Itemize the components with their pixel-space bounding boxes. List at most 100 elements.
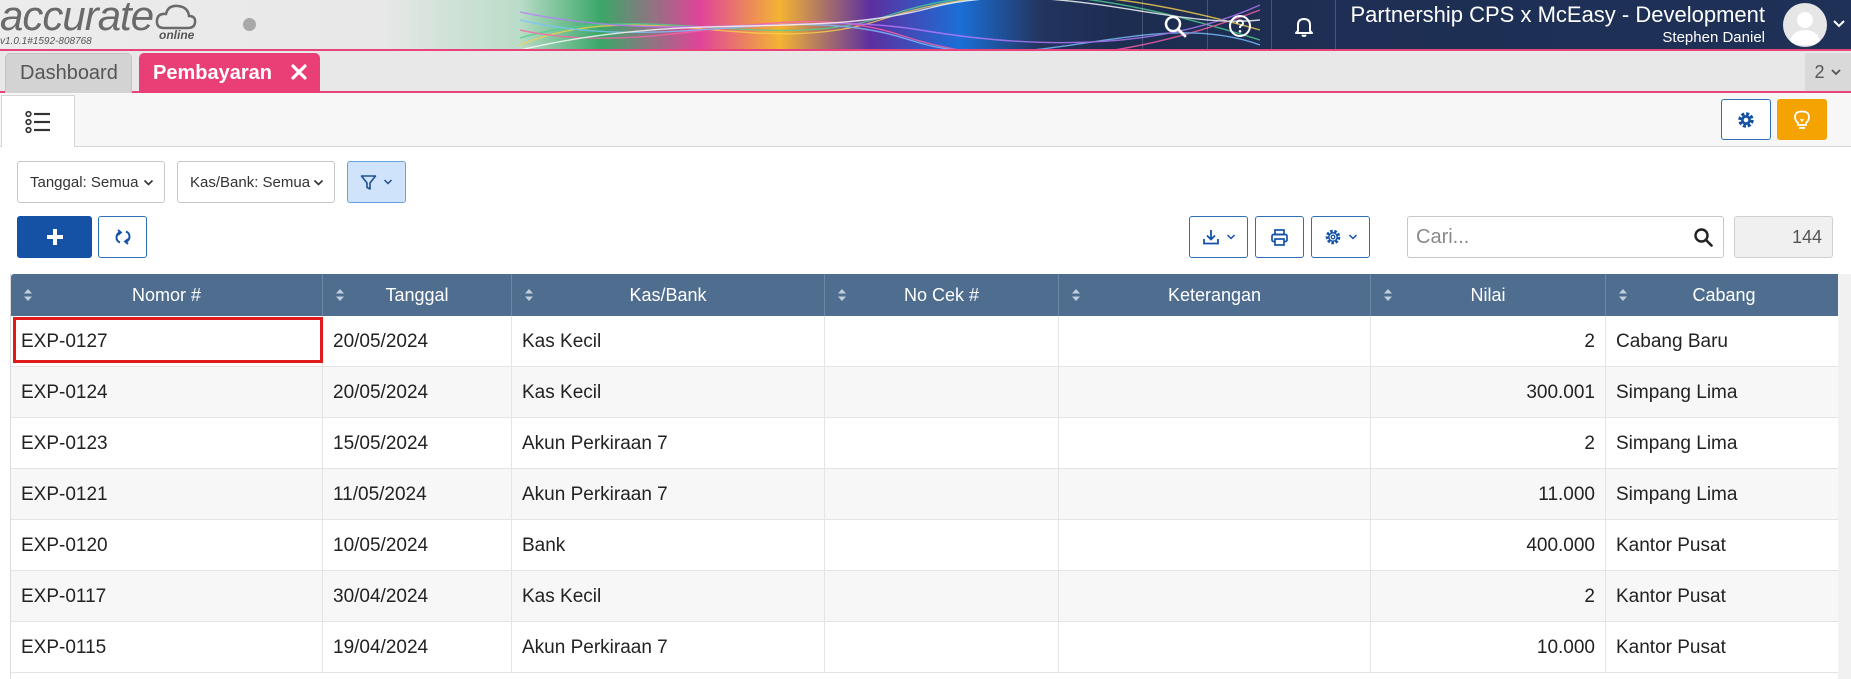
search-input[interactable]: [1416, 217, 1686, 257]
search-field[interactable]: [1407, 216, 1724, 258]
table-row[interactable]: EXP-0117 30/04/2024 Kas Kecil 2 Kantor Pusat: [11, 571, 1842, 622]
table-cell[interactable]: [825, 622, 1059, 673]
chevron-down-icon[interactable]: [1832, 17, 1846, 31]
table-cell[interactable]: Kantor Pusat: [1606, 622, 1842, 673]
search-icon[interactable]: [1693, 227, 1713, 247]
column-header-label: Cabang: [1692, 284, 1756, 305]
table-cell[interactable]: 10.000: [1371, 622, 1606, 673]
table-cell[interactable]: EXP-0123: [11, 418, 323, 469]
table-cell[interactable]: Simpang Lima: [1606, 418, 1842, 469]
table-cell[interactable]: 2: [1371, 418, 1606, 469]
column-header[interactable]: Keterangan: [1059, 274, 1371, 316]
table-cell[interactable]: EXP-0121: [11, 469, 323, 520]
column-settings-button[interactable]: [1311, 216, 1370, 258]
settings-button[interactable]: [1721, 99, 1771, 140]
avatar[interactable]: [1783, 3, 1827, 47]
table-row[interactable]: EXP-0127 20/05/2024 Kas Kecil 2 Cabang Baru: [11, 316, 1842, 367]
table-cell[interactable]: [825, 367, 1059, 418]
column-header-label: Nilai: [1470, 284, 1506, 305]
table-cell[interactable]: Akun Perkiraan 7: [512, 418, 825, 469]
table-cell[interactable]: EXP-0120: [11, 520, 323, 571]
table-cell[interactable]: Akun Perkiraan 7: [512, 469, 825, 520]
sort-icon[interactable]: [335, 287, 345, 303]
global-search-button[interactable]: [1142, 0, 1206, 51]
table-cell[interactable]: Cabang Baru: [1606, 316, 1842, 367]
tab-pembayaran[interactable]: Pembayaran: [139, 53, 320, 93]
sort-icon[interactable]: [23, 287, 33, 303]
table-row[interactable]: EXP-0124 20/05/2024 Kas Kecil 300.001 Simpan…: [11, 367, 1842, 418]
list-view-button[interactable]: [1, 95, 75, 147]
table-cell[interactable]: EXP-0117: [11, 571, 323, 622]
table-row[interactable]: EXP-0120 10/05/2024 Bank 400.000 Kantor Pusa…: [11, 520, 1842, 571]
notifications-button[interactable]: [1271, 0, 1335, 51]
table-cell[interactable]: [1059, 622, 1371, 673]
column-header[interactable]: Cabang: [1606, 274, 1842, 316]
sort-icon[interactable]: [837, 287, 847, 303]
table-cell[interactable]: EXP-0124: [11, 367, 323, 418]
table-cell[interactable]: Kantor Pusat: [1606, 520, 1842, 571]
table-cell[interactable]: 400.000: [1371, 520, 1606, 571]
table-cell[interactable]: Simpang Lima: [1606, 469, 1842, 520]
tab-dashboard[interactable]: Dashboard: [5, 53, 132, 93]
table-cell[interactable]: Simpang Lima: [1606, 367, 1842, 418]
table-cell[interactable]: [1059, 571, 1371, 622]
table-row[interactable]: EXP-0115 19/04/2024 Akun Perkiraan 7 10.000…: [11, 622, 1842, 673]
table-cell[interactable]: [1059, 316, 1371, 367]
table-cell[interactable]: Kas Kecil: [512, 316, 825, 367]
advanced-filter-button[interactable]: [347, 161, 406, 203]
table-cell[interactable]: 30/04/2024: [323, 571, 512, 622]
table-cell[interactable]: Bank: [512, 520, 825, 571]
table-cell[interactable]: [825, 520, 1059, 571]
table-cell[interactable]: 2: [1371, 316, 1606, 367]
table-cell[interactable]: 11/05/2024: [323, 469, 512, 520]
table-cell[interactable]: [825, 469, 1059, 520]
open-tabs-dropdown[interactable]: 2: [1805, 53, 1851, 91]
table-scrollbar[interactable]: [1838, 274, 1851, 679]
sort-icon[interactable]: [1618, 287, 1628, 303]
table-cell[interactable]: 19/04/2024: [323, 622, 512, 673]
table-cell[interactable]: Akun Perkiraan 7: [512, 622, 825, 673]
date-filter-select[interactable]: Tanggal: Semua: [17, 161, 165, 203]
help-button[interactable]: [1207, 0, 1271, 51]
add-button[interactable]: [17, 216, 92, 258]
table-cell[interactable]: [1059, 520, 1371, 571]
company-info[interactable]: Partnership CPS x McEasy - Development S…: [1351, 1, 1766, 46]
sort-icon[interactable]: [1383, 287, 1393, 303]
column-header[interactable]: Nomor #: [11, 274, 323, 316]
table-cell[interactable]: Kantor Pusat: [1606, 571, 1842, 622]
table-cell[interactable]: 300.001: [1371, 367, 1606, 418]
table-cell[interactable]: [825, 571, 1059, 622]
table-cell[interactable]: 20/05/2024: [323, 367, 512, 418]
table-cell[interactable]: 2: [1371, 571, 1606, 622]
table-row[interactable]: EXP-0123 15/05/2024 Akun Perkiraan 7 2 Simpa…: [11, 418, 1842, 469]
table-cell[interactable]: 10/05/2024: [323, 520, 512, 571]
table-cell[interactable]: [1059, 469, 1371, 520]
column-header[interactable]: No Cek #: [825, 274, 1059, 316]
table-cell[interactable]: [825, 316, 1059, 367]
chevron-down-icon: [143, 179, 154, 186]
table-cell[interactable]: [1059, 367, 1371, 418]
bank-filter-select[interactable]: Kas/Bank: Semua: [177, 161, 335, 203]
export-button[interactable]: [1189, 216, 1248, 258]
table-cell[interactable]: [825, 418, 1059, 469]
table-cell[interactable]: 11.000: [1371, 469, 1606, 520]
column-header[interactable]: Tanggal: [323, 274, 512, 316]
table-row[interactable]: EXP-0121 11/05/2024 Akun Perkiraan 7 11.000…: [11, 469, 1842, 520]
table-cell[interactable]: 20/05/2024: [323, 316, 512, 367]
table-cell[interactable]: EXP-0127: [11, 316, 323, 367]
table-cell[interactable]: Kas Kecil: [512, 367, 825, 418]
table-cell[interactable]: [1059, 418, 1371, 469]
refresh-button[interactable]: [98, 216, 147, 258]
column-header[interactable]: Kas/Bank: [512, 274, 825, 316]
table-cell[interactable]: 15/05/2024: [323, 418, 512, 469]
print-button[interactable]: [1255, 216, 1304, 258]
table-cell[interactable]: EXP-0115: [11, 622, 323, 673]
logo[interactable]: accurate: [0, 0, 154, 40]
user-name: Stephen Daniel: [1662, 29, 1765, 46]
sort-icon[interactable]: [1071, 287, 1081, 303]
tips-button[interactable]: [1777, 99, 1827, 140]
table-cell[interactable]: Kas Kecil: [512, 571, 825, 622]
column-header[interactable]: Nilai: [1371, 274, 1606, 316]
sort-icon[interactable]: [524, 287, 534, 303]
close-icon[interactable]: [290, 63, 308, 81]
